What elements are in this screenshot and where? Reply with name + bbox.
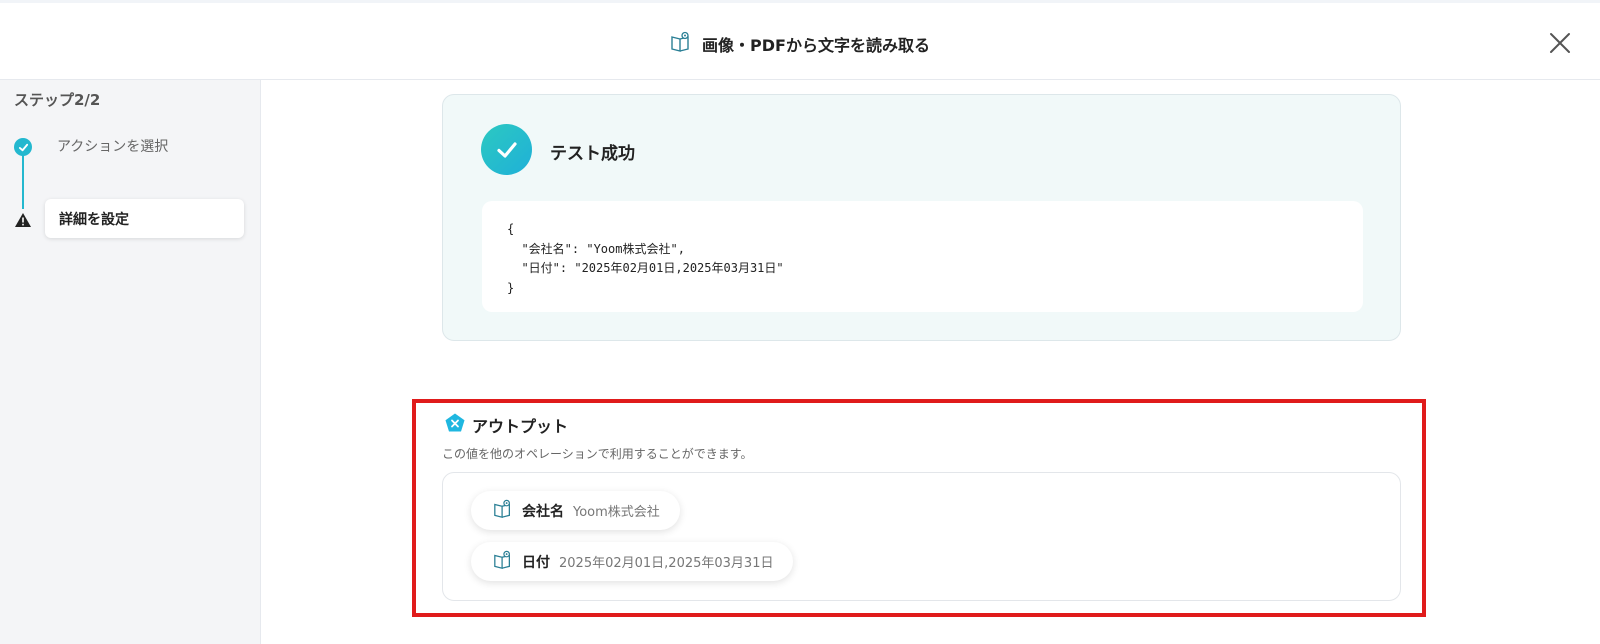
output-description: この値を他のオペレーションで利用することができます。 xyxy=(442,447,753,461)
output-item-key: 会社名 xyxy=(522,503,564,520)
output-section-header: アウトプット xyxy=(444,412,568,438)
close-button[interactable] xyxy=(1548,31,1572,55)
test-result-card: テスト成功 { "会社名": "Yoom株式会社", "日付": "2025年0… xyxy=(442,94,1401,341)
step-counter: ステップ2/2 xyxy=(14,91,101,109)
output-item-value: 2025年02月01日,2025年03月31日 xyxy=(559,556,774,571)
close-icon xyxy=(1550,33,1570,53)
step-connector-line xyxy=(22,147,24,209)
step-item-label: 詳細を設定 xyxy=(59,211,129,228)
book-scan-icon xyxy=(493,499,513,523)
output-item-value: Yoom株式会社 xyxy=(573,505,660,520)
check-icon xyxy=(18,143,28,151)
warning-icon xyxy=(14,212,32,228)
result-json-output: { "会社名": "Yoom株式会社", "日付": "2025年02月01日,… xyxy=(482,201,1363,312)
book-scan-icon xyxy=(670,31,692,57)
test-result-title: テスト成功 xyxy=(550,144,635,164)
modal-title: 画像・PDFから文字を読み取る xyxy=(0,31,1600,57)
step-item-configure-details[interactable]: 詳細を設定 xyxy=(45,199,244,238)
output-item-key: 日付 xyxy=(522,554,550,571)
book-scan-icon xyxy=(493,550,513,574)
step-complete-indicator xyxy=(14,138,32,156)
variable-x-icon xyxy=(444,412,466,438)
steps-sidebar: ステップ2/2 アクションを選択 詳細を設定 xyxy=(0,80,261,644)
step-item-select-action[interactable]: アクションを選択 xyxy=(57,136,168,156)
check-icon xyxy=(496,141,517,158)
success-indicator xyxy=(481,124,532,175)
output-list: 会社名 Yoom株式会社 日付 2025年02月01日,2025年03月31日 xyxy=(442,472,1401,601)
output-item-company-name[interactable]: 会社名 Yoom株式会社 xyxy=(471,491,680,530)
modal-title-text: 画像・PDFから文字を読み取る xyxy=(702,36,930,55)
output-item-date[interactable]: 日付 2025年02月01日,2025年03月31日 xyxy=(471,542,794,581)
modal-header: 画像・PDFから文字を読み取る xyxy=(0,0,1600,80)
output-title: アウトプット xyxy=(472,417,569,436)
